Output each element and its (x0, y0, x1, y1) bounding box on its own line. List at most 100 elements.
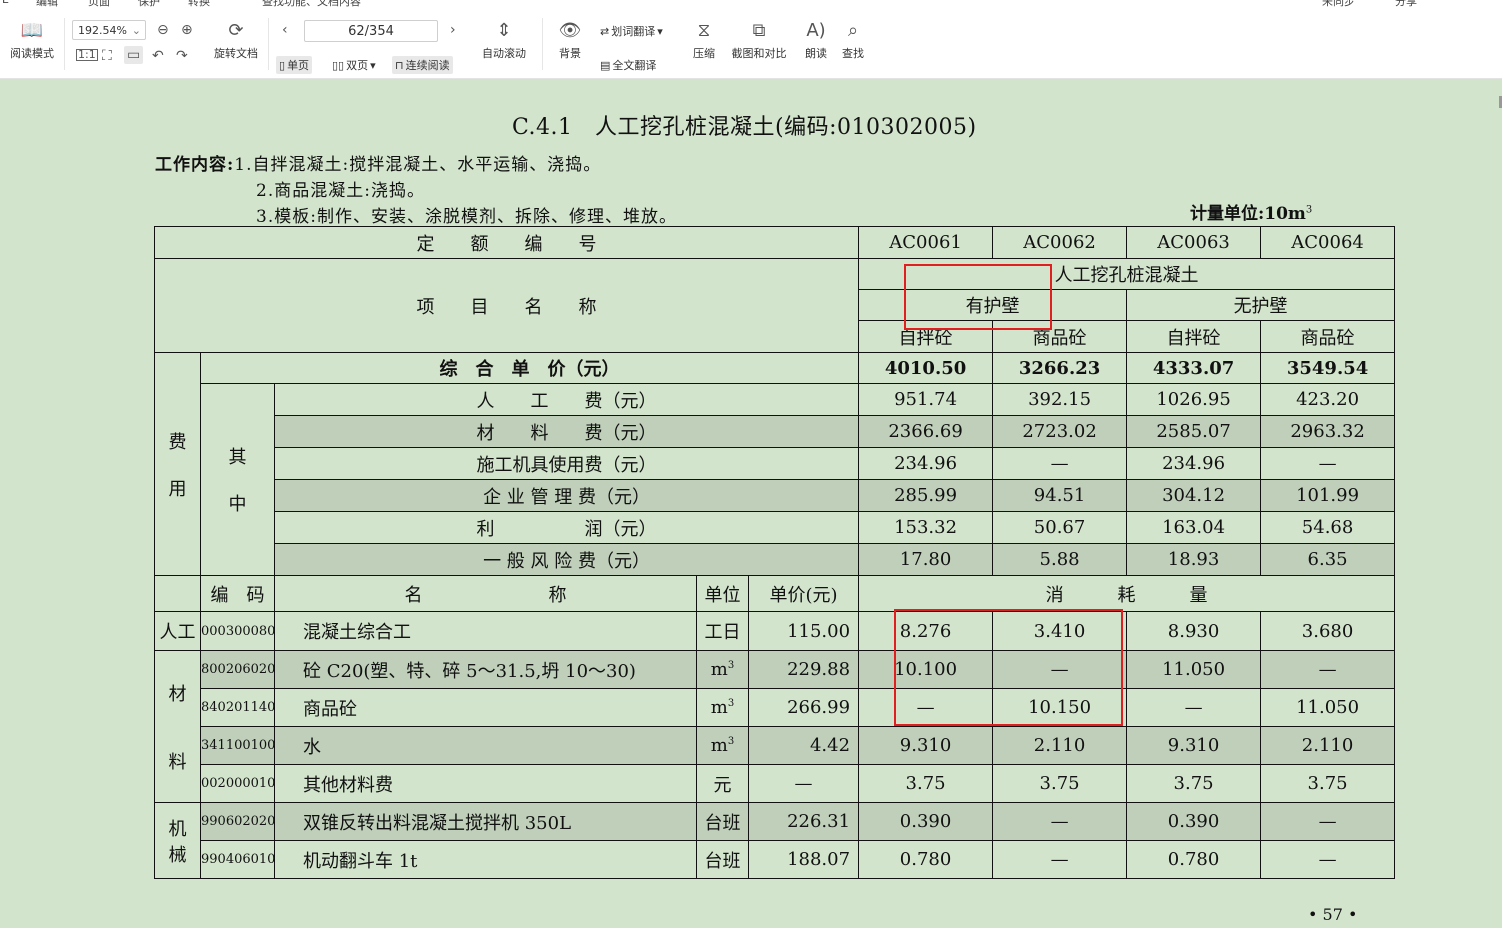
unit-superscript: 3 (727, 736, 735, 747)
full-translate-button[interactable]: ▤ 全文翻译 (600, 57, 656, 73)
cost-value: 101.99 (1260, 479, 1396, 512)
auto-scroll-icon: ⇕ (496, 20, 512, 41)
consumption-value: 0.780 (1126, 840, 1262, 879)
fit-page-icon[interactable]: ⛶ (102, 48, 112, 64)
highlight-box-consumption (894, 609, 1123, 726)
item-name: 砼 C20(塑、特、碎 5～31.5,坍 10～30) (274, 650, 697, 689)
auto-scroll-button[interactable]: ⇕ 自动滚动 (474, 20, 534, 61)
cost-value: 163.04 (1126, 511, 1262, 544)
item-code: 840201140 (200, 688, 275, 727)
share-button[interactable]: 分享 (1395, 0, 1417, 8)
rotate-right-icon[interactable]: ↷ (176, 48, 188, 64)
item-unit: m3 (696, 726, 749, 765)
chevron-down-icon: ⌄ (131, 24, 141, 37)
quota-table: 定 额 编 号 AC0061 AC0062 AC0063 AC0064 项 目 … (153, 226, 1396, 879)
eye-icon: 👁 (558, 20, 582, 41)
item-code: 341100100 (200, 726, 275, 765)
unit-superscript: 3 (727, 698, 735, 709)
zoom-out-icon[interactable]: ⊖ (157, 22, 169, 38)
search-hint[interactable]: 查找功能、文档内容 (262, 0, 361, 8)
consumption-value: 9.310 (1126, 726, 1262, 765)
quota-code: AC0064 (1260, 226, 1396, 259)
zoom-in-icon[interactable]: ⊕ (181, 22, 193, 38)
read-aloud-label: 朗读 (805, 47, 827, 60)
zoom-value: 192.54% (78, 24, 127, 37)
detail-row: 341100100 水 m3 4.42 9.310 2.110 9.310 2.… (154, 726, 1396, 765)
cost-value: 2585.07 (1126, 415, 1262, 448)
unit-label: 计量单位:10m (1190, 204, 1306, 224)
divider (268, 18, 269, 70)
book-icon: 📖 (20, 20, 44, 41)
background-button[interactable]: 👁 背景 (552, 20, 588, 61)
item-code: 990602020 (200, 802, 275, 841)
next-page-icon[interactable]: › (450, 22, 456, 38)
cost-value: 2963.32 (1260, 415, 1396, 448)
without-wall-label: 无护壁 (1126, 289, 1396, 321)
consumption-value: 3.75 (858, 764, 994, 803)
compress-icon: ⧖ (697, 20, 711, 41)
compress-label: 压缩 (693, 47, 715, 60)
item-unit: 元 (696, 764, 749, 803)
word-translate-button[interactable]: ⇄ 划词翻译 ▾ (600, 23, 663, 39)
double-page-button[interactable]: ▯▯ 双页 ▾ (332, 57, 376, 73)
sync-status[interactable]: 未同步 (1322, 0, 1355, 8)
unit-text: m (710, 659, 728, 680)
work-item: 2.商品混凝土:浇捣。 (256, 181, 425, 201)
machine-char: 机 (168, 818, 187, 840)
rotate-left-icon[interactable]: ↶ (152, 48, 164, 64)
fee-char: 费 (168, 431, 187, 453)
cost-value: 285.99 (858, 479, 994, 512)
menu-item-protect[interactable]: 保护 (138, 0, 160, 8)
rotate-document-button[interactable]: ⟳ 旋转文档 (210, 20, 262, 61)
cost-row: 材 料 费（元） 2366.69 2723.02 2585.07 2963.32 (154, 415, 1396, 448)
reading-mode-button[interactable]: 📖 阅读模式 (8, 20, 56, 61)
compress-button[interactable]: ⧖ 压缩 (688, 20, 720, 61)
fit-width-icon[interactable]: ▭ (124, 46, 144, 64)
page-input[interactable]: 62/354 (304, 20, 438, 42)
divider (542, 18, 543, 70)
item-price: 4.42 (747, 726, 860, 765)
material-char: 材 (168, 683, 187, 705)
item-unit: 工日 (696, 611, 749, 651)
in-char: 其 (228, 447, 247, 468)
total-row: 费用 综 合 单 价（元） 4010.50 3266.23 4333.07 35… (154, 352, 1396, 576)
consumption-value: 9.310 (858, 726, 994, 765)
translate-icon: ⇄ (600, 24, 610, 38)
background-label: 背景 (559, 47, 581, 60)
highlight-box-with-wall (904, 264, 1052, 330)
screenshot-compare-button[interactable]: ⧉ 截图和对比 (728, 20, 790, 61)
read-aloud-button[interactable]: A) 朗读 (801, 20, 831, 61)
item-price: 229.88 (747, 650, 860, 689)
consumption-value: 8.930 (1126, 611, 1262, 651)
header-row-codes: 定 额 编 号 AC0061 AC0062 AC0063 AC0064 (153, 226, 1396, 259)
machine-char: 械 (168, 844, 187, 866)
cost-row: 一 般 风 险 费（元） 17.80 5.88 18.93 6.35 (154, 543, 1396, 576)
empty-cell (154, 575, 201, 612)
toolbar: 📖 阅读模式 192.54% ⌄ ⊖ ⊕ 1:1 ⛶ ▭ ↶ ↷ ⟳ 旋转文档 ‹… (0, 8, 1502, 79)
zoom-select[interactable]: 192.54% ⌄ (72, 20, 146, 40)
menu-item-page[interactable]: 页面 (88, 0, 110, 8)
cost-label: 一 般 风 险 费（元） (273, 543, 860, 576)
single-page-button[interactable]: ▯ 单页 (276, 56, 313, 74)
work-content-label: 工作内容: (155, 155, 235, 175)
actual-size-icon[interactable]: 1:1 (76, 49, 98, 61)
menu-item[interactable]: E (2, 0, 9, 6)
menu-item-edit[interactable]: 编辑 (36, 0, 58, 8)
total-label: 综 合 单 价（元） (199, 352, 860, 384)
cost-value: 153.32 (858, 511, 994, 544)
detail-row: 840201140 商品砼 m3 266.99 — 10.150 — 11.05… (155, 688, 1396, 727)
search-button[interactable]: ⌕ 查找 (838, 20, 868, 61)
cost-label: 人 工 费（元） (273, 383, 860, 416)
total-value: 3549.54 (1260, 352, 1396, 384)
prev-page-icon[interactable]: ‹ (282, 22, 288, 38)
code-header: 编 码 (200, 575, 275, 612)
double-page-label: 双页 (346, 59, 369, 72)
menu-item-convert[interactable]: 转换 (188, 0, 210, 8)
word-translate-label: 划词翻译 (611, 25, 656, 38)
sub-label: 商品砼 (1260, 320, 1396, 353)
continuous-reading-button[interactable]: ⊓ 连续阅读 (392, 56, 453, 74)
consumption-value: 11.050 (1126, 650, 1262, 689)
cost-value: 54.68 (1260, 511, 1396, 544)
search-icon: ⌕ (847, 20, 859, 41)
item-name: 商品砼 (274, 688, 697, 727)
